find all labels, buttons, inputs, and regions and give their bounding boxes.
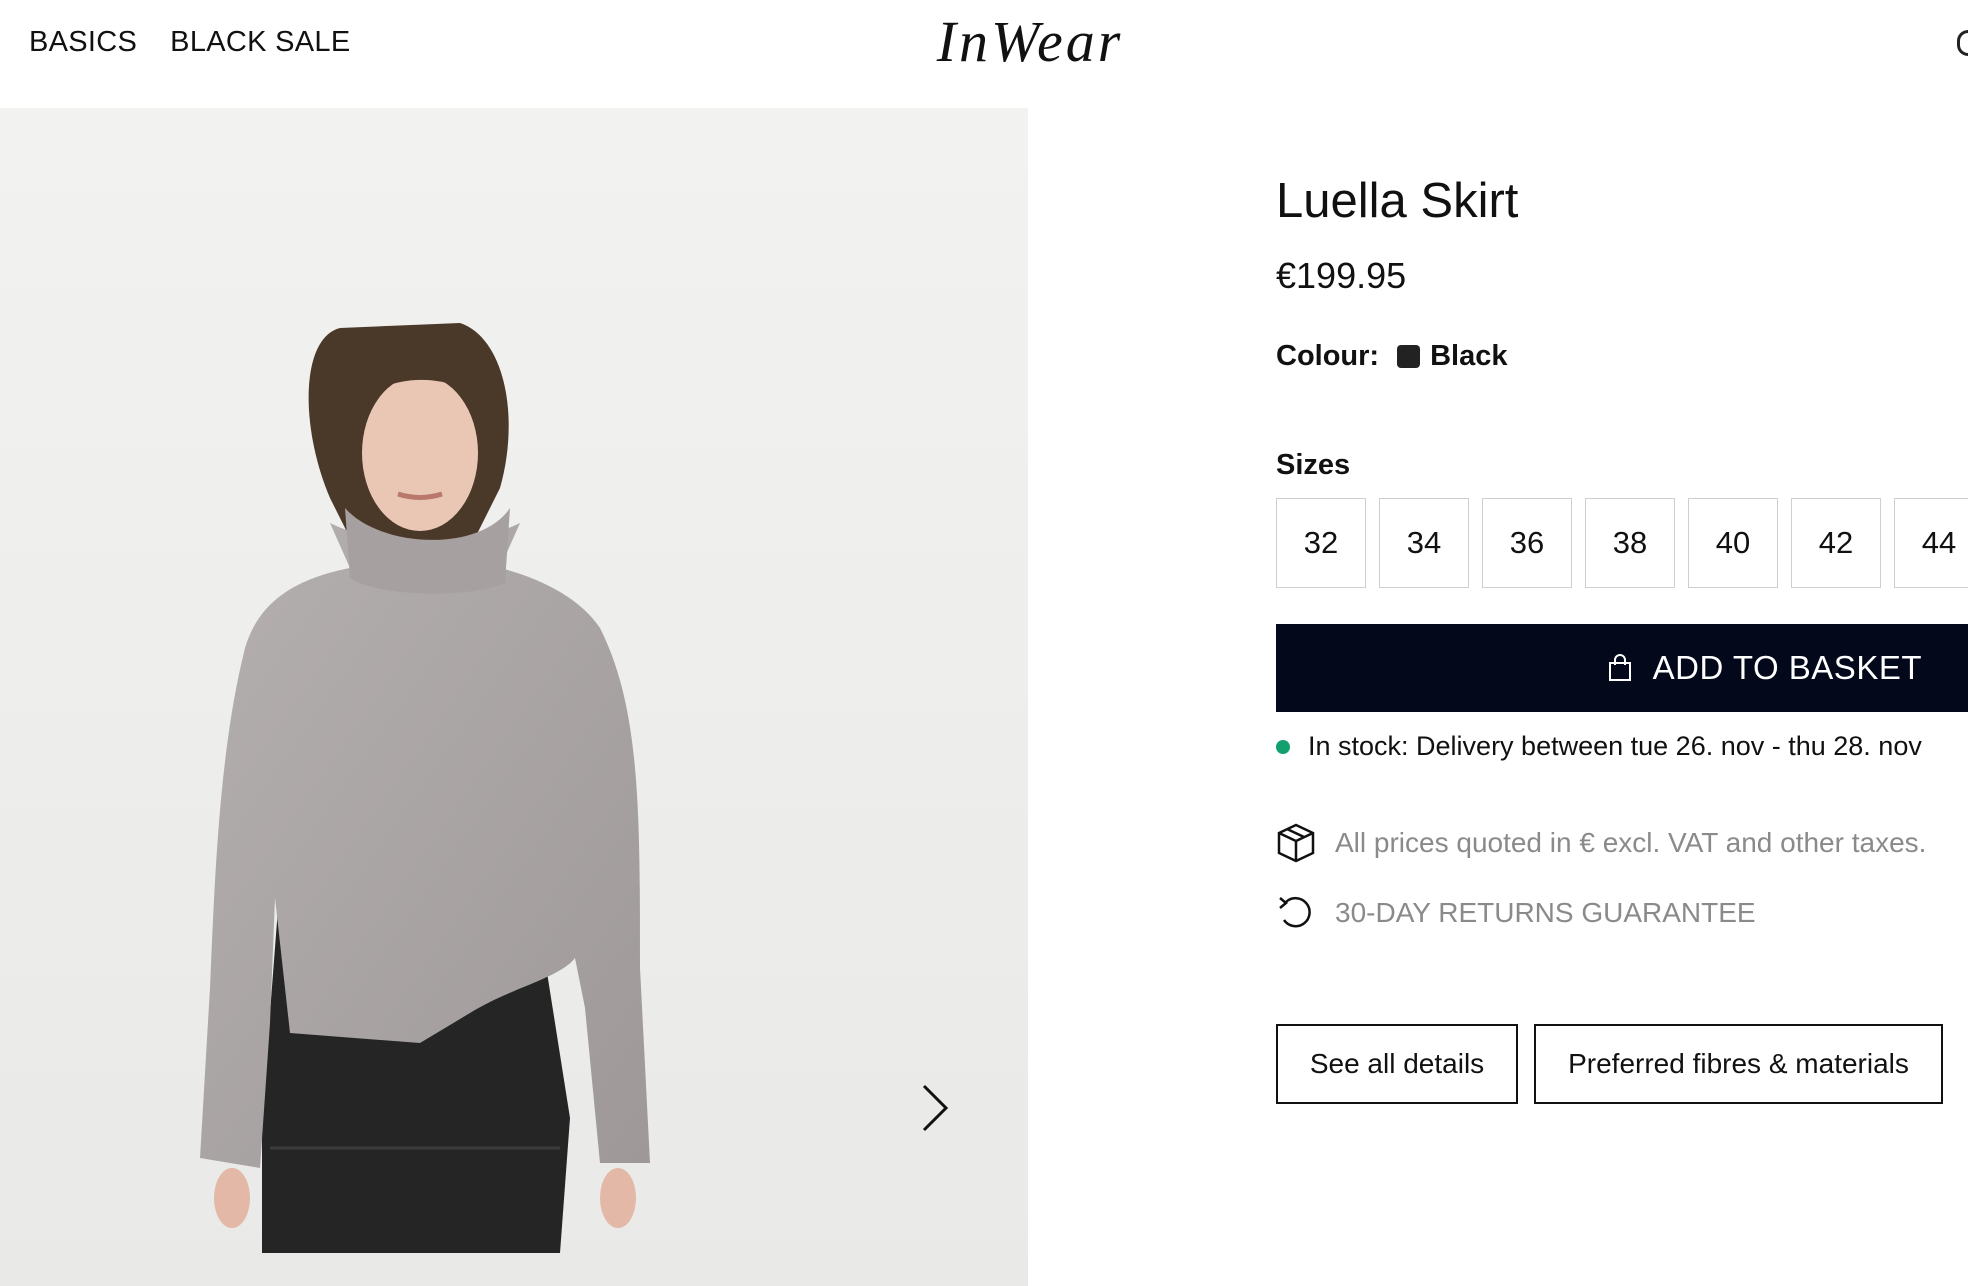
stock-status: In stock: Delivery between tue 26. nov -… — [1276, 731, 1922, 762]
colour-swatch[interactable] — [1397, 345, 1421, 368]
vat-info: All prices quoted in € excl. VAT and oth… — [1276, 822, 1926, 864]
returns-info: 30-DAY RETURNS GUARANTEE — [1276, 894, 1756, 932]
add-to-basket-label: ADD TO BASKET — [1652, 649, 1922, 686]
product-price: €199.95 — [1276, 255, 1407, 296]
brand-logo[interactable]: InWear — [905, 8, 1155, 75]
size-option-42[interactable]: 42 — [1791, 498, 1881, 588]
size-option-44[interactable]: 44 — [1894, 498, 1968, 588]
returns-info-text: 30-DAY RETURNS GUARANTEE — [1335, 897, 1756, 928]
add-to-basket-button[interactable]: ADD TO BASKET — [1276, 624, 1968, 712]
stock-text: In stock: Delivery between tue 26. nov -… — [1308, 731, 1922, 761]
search-icon[interactable] — [1957, 30, 1968, 56]
product-image-gallery — [0, 108, 1028, 1286]
nav-link-black-sale[interactable]: BLACK SALE — [170, 26, 350, 59]
size-option-40[interactable]: 40 — [1688, 498, 1778, 588]
chevron-right-icon[interactable] — [914, 1078, 954, 1138]
sizes-label: Sizes — [1276, 449, 1351, 481]
vat-info-text: All prices quoted in € excl. VAT and oth… — [1335, 827, 1927, 858]
main-nav: BASICS BLACK SALE — [29, 26, 351, 59]
colour-label: Colour: — [1276, 340, 1380, 372]
colour-selector: Colour: Black — [1276, 340, 1507, 373]
preferred-fibres-button[interactable]: Preferred fibres & materials — [1534, 1024, 1943, 1104]
package-box-icon — [1277, 823, 1315, 863]
in-stock-indicator-icon — [1276, 739, 1290, 754]
return-arrow-icon — [1279, 896, 1311, 928]
product-title: Luella Skirt — [1276, 174, 1519, 228]
product-info-panel: Luella Skirt €199.95 Colour: Black Sizes… — [1276, 108, 1968, 1286]
size-option-34[interactable]: 34 — [1379, 498, 1469, 588]
see-all-details-button[interactable]: See all details — [1276, 1024, 1518, 1104]
size-option-38[interactable]: 38 — [1585, 498, 1675, 588]
product-photo — [0, 108, 1028, 1286]
size-options: 32 34 36 38 40 42 44 — [1276, 498, 1968, 588]
size-option-36[interactable]: 36 — [1482, 498, 1572, 588]
site-header: BASICS BLACK SALE InWear — [0, 0, 1968, 108]
shopping-bag-icon — [1608, 654, 1631, 681]
colour-value: Black — [1430, 340, 1508, 372]
size-option-32[interactable]: 32 — [1276, 498, 1366, 588]
nav-link-basics[interactable]: BASICS — [29, 26, 137, 59]
